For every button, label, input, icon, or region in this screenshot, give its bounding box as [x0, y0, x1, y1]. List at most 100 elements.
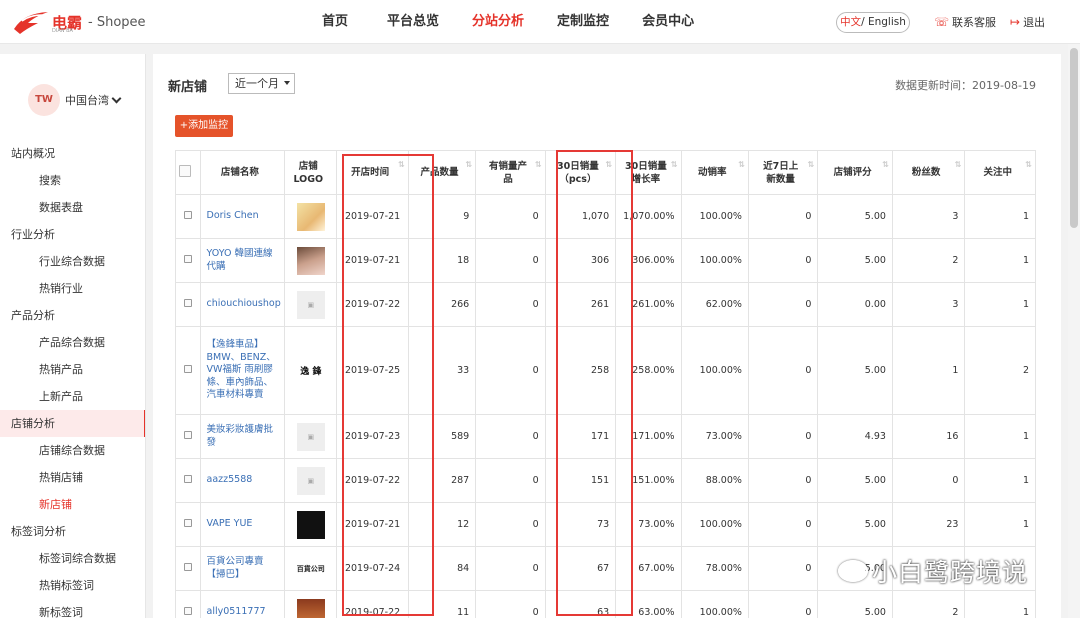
language-switch[interactable]: 中文/ English: [836, 12, 910, 33]
column-header-following[interactable]: 关注中 ⇅: [964, 150, 1036, 195]
shop-logo-image[interactable]: 百貨公司: [296, 554, 325, 583]
lang-cn[interactable]: 中文: [840, 16, 861, 28]
table-row[interactable]: YOYO 韓國連線代購 2019-07-21 18 0 306 306.00% 100.00…: [175, 238, 1036, 283]
shop-name-link[interactable]: 美妝彩妝護膚批發: [199, 414, 286, 459]
row-checkbox[interactable]: [183, 563, 192, 571]
column-header-sales-30d-growth[interactable]: 30日销量 增长率 ⇅: [615, 150, 682, 195]
sidebar-group[interactable]: 站内概况: [0, 140, 145, 167]
following-cell: 1: [964, 282, 1036, 327]
nav-custom-monitor[interactable]: 定制监控: [557, 0, 609, 44]
shop-logo-cell: ▣: [284, 414, 338, 459]
table-row[interactable]: ally0511777 2019-07-22 11 0 63 63.00% 100.00% 0…: [175, 590, 1036, 618]
add-monitor-button[interactable]: +添加监控: [175, 115, 233, 137]
shop-name-link[interactable]: aazz5588: [199, 458, 286, 503]
column-label: 店铺 LOGO: [293, 160, 324, 185]
column-header-sell-through-rate[interactable]: 动销率 ⇅: [680, 150, 749, 195]
page-scrollbar[interactable]: [1068, 44, 1080, 618]
sidebar-item[interactable]: 搜索: [0, 167, 145, 194]
sold-products-cell: 0: [475, 194, 546, 239]
table-row[interactable]: VAPE YUE 2019-07-21 12 0 73 73.00% 100.00% 0 5.0…: [175, 502, 1036, 547]
sidebar-item[interactable]: 热销产品: [0, 356, 145, 383]
column-header-shop-rating[interactable]: 店铺评分 ⇅: [817, 150, 893, 195]
sidebar-group[interactable]: 标签词分析: [0, 518, 145, 545]
sidebar-item[interactable]: 上新产品: [0, 383, 145, 410]
shop-name-link[interactable]: 百貨公司專賣【掃巴】: [199, 546, 286, 591]
sidebar-item[interactable]: 热销标签词: [0, 572, 145, 599]
shop-logo-image[interactable]: [296, 510, 325, 539]
sidebar-item[interactable]: 行业综合数据: [0, 248, 145, 275]
sidebar-item[interactable]: 产品综合数据: [0, 329, 145, 356]
column-header-new-7d[interactable]: 近7日上 新数量 ⇅: [747, 150, 819, 195]
shop-name-link[interactable]: VAPE YUE: [199, 502, 286, 547]
column-header-select-all[interactable]: [175, 150, 201, 195]
sidebar-group[interactable]: 店铺分析: [0, 410, 145, 437]
table-row[interactable]: 【逸鋒車品】BMW、BENZ、VW福斯 雨刷膠條、車內飾品、汽車材料專賣逸 鋒 2…: [175, 326, 1036, 415]
sort-icon[interactable]: ⇅: [882, 158, 889, 171]
nav-home[interactable]: 首页: [322, 0, 348, 44]
shop-name-link[interactable]: Doris Chen: [199, 194, 286, 239]
region-selector[interactable]: TW 中国台湾: [28, 84, 122, 116]
row-checkbox[interactable]: [183, 255, 192, 263]
logo[interactable]: 电霸 DIAN BA - Shopee: [12, 8, 146, 36]
nav-site-analysis[interactable]: 分站分析: [472, 0, 524, 44]
sort-icon[interactable]: ⇅: [466, 158, 473, 171]
sort-icon[interactable]: ⇅: [738, 158, 745, 171]
column-header-fans[interactable]: 粉丝数 ⇅: [891, 150, 966, 195]
row-checkbox[interactable]: [183, 211, 192, 219]
shop-logo-image[interactable]: [296, 202, 325, 231]
contact-service-link[interactable]: ☏ 联系客服: [934, 14, 996, 30]
sort-icon[interactable]: ⇅: [955, 158, 962, 171]
table-row[interactable]: chiouchioushop ▣ 2019-07-22 266 0 261 261.00% 6…: [175, 282, 1036, 327]
sidebar-group[interactable]: 行业分析: [0, 221, 145, 248]
column-header-product-count[interactable]: 产品数量 ⇅: [407, 150, 477, 195]
shop-logo-image[interactable]: ▣: [296, 466, 325, 495]
sidebar-item[interactable]: 热销店铺: [0, 464, 145, 491]
lang-en[interactable]: / English: [861, 16, 906, 28]
sidebar-item[interactable]: 标签词综合数据: [0, 545, 145, 572]
table-row[interactable]: aazz5588 ▣ 2019-07-22 287 0 151 151.00% 88.00% 0…: [175, 458, 1036, 503]
nav-member-center[interactable]: 会员中心: [642, 0, 694, 44]
open-date-cell: 2019-07-21: [336, 194, 409, 239]
row-checkbox[interactable]: [183, 519, 192, 527]
row-checkbox[interactable]: [183, 299, 192, 307]
sidebar-item[interactable]: 新标签词: [0, 599, 145, 618]
row-checkbox[interactable]: [183, 365, 192, 373]
sidebar-item[interactable]: 数据表盘: [0, 194, 145, 221]
logout-link[interactable]: ↦ 退出: [1010, 14, 1045, 30]
sidebar-item[interactable]: 店铺综合数据: [0, 437, 145, 464]
shop-logo-image[interactable]: ▣: [296, 422, 325, 451]
shop-name-link[interactable]: ally0511777: [199, 590, 286, 618]
row-checkbox[interactable]: [183, 431, 192, 439]
shop-logo-image[interactable]: [296, 598, 325, 618]
shop-name-link[interactable]: YOYO 韓國連線代購: [199, 238, 286, 283]
column-header-open-date[interactable]: 开店时间 ⇅: [336, 150, 409, 195]
sort-icon[interactable]: ⇅: [808, 158, 815, 171]
sidebar-item[interactable]: 新店铺: [0, 491, 145, 518]
shop-name-link[interactable]: 【逸鋒車品】BMW、BENZ、VW福斯 雨刷膠條、車內飾品、汽車材料專賣: [199, 326, 286, 415]
column-header-sales-30d[interactable]: 30日销量 （pcs） ⇅: [544, 150, 617, 195]
sort-icon[interactable]: ⇅: [398, 158, 405, 171]
select-all-checkbox[interactable]: [179, 164, 192, 177]
fans-cell: 16: [891, 414, 966, 459]
shop-logo-image[interactable]: 逸 鋒: [296, 356, 325, 385]
table-row[interactable]: Doris Chen 2019-07-21 9 0 1,070 1,070.00% 100.…: [175, 194, 1036, 239]
sidebar-item[interactable]: 热销行业: [0, 275, 145, 302]
sort-icon[interactable]: ⇅: [1025, 158, 1032, 171]
time-range-select[interactable]: 近一个月: [228, 73, 295, 94]
scrollbar-thumb[interactable]: [1070, 48, 1078, 228]
sort-icon[interactable]: ⇅: [605, 158, 612, 171]
table-row[interactable]: 美妝彩妝護膚批發 ▣ 2019-07-23 589 0 171 171.00% 73.00% 0…: [175, 414, 1036, 459]
row-checkbox[interactable]: [183, 475, 192, 483]
column-header-sold-products[interactable]: 有销量产 品 ⇅: [475, 150, 546, 195]
sort-icon[interactable]: ⇅: [535, 158, 542, 171]
shop-logo-image[interactable]: ▣: [296, 290, 325, 319]
nav-platform-overview[interactable]: 平台总览: [387, 0, 439, 44]
row-checkbox[interactable]: [183, 607, 192, 615]
column-header-shop-logo[interactable]: 店铺 LOGO: [284, 150, 338, 195]
sidebar-group[interactable]: 产品分析: [0, 302, 145, 329]
sort-icon[interactable]: ⇅: [671, 158, 678, 171]
shop-logo-image[interactable]: [296, 246, 325, 275]
shop-name-link[interactable]: chiouchioushop: [199, 282, 286, 327]
shop-logo-cell: [284, 194, 338, 239]
column-header-shop-name[interactable]: 店铺名称: [199, 150, 286, 195]
